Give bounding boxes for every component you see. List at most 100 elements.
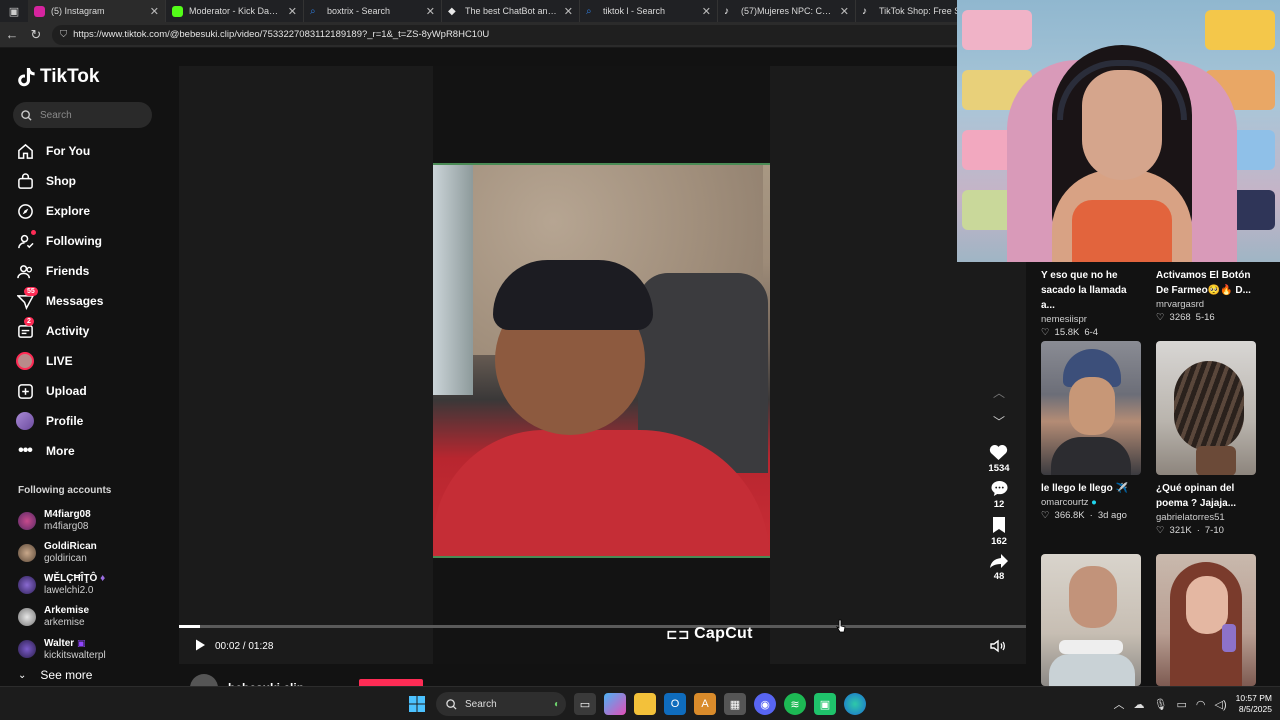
explore-icon xyxy=(16,202,34,220)
feed-card[interactable] xyxy=(1156,554,1258,686)
taskbar-clock[interactable]: 10:57 PM 8/5/2025 xyxy=(1236,693,1272,715)
comment-count: 12 xyxy=(993,499,1005,510)
tiktok-logo[interactable]: TikTok xyxy=(18,66,99,88)
nav-following[interactable]: Following xyxy=(16,226,166,256)
video-time: 00:02 / 01:28 xyxy=(215,641,274,652)
close-tab-icon[interactable]: ✕ xyxy=(564,5,573,18)
nav-upload[interactable]: Upload xyxy=(16,376,166,406)
system-tray: ︿ ☁ 🎙︎ ▭ ◠ ◁) 10:57 PM 8/5/2025 xyxy=(1114,687,1273,720)
nav-more[interactable]: ••• More xyxy=(16,436,166,466)
video-thumbnail xyxy=(1156,341,1256,475)
following-account[interactable]: M4fiarg08 m4fiarg08 xyxy=(18,505,168,537)
microsoft-store-icon[interactable]: ▦ xyxy=(724,693,746,715)
following-account[interactable]: Walter ▣ kickitswalterpl xyxy=(18,633,168,665)
feed-card[interactable]: Activamos El Botón De Farmeo🥺🔥 D... mrva… xyxy=(1156,268,1258,323)
comment-icon xyxy=(990,480,1008,497)
mouse-cursor-icon xyxy=(835,619,846,638)
video-progress-bar[interactable] xyxy=(179,625,1026,628)
copilot-icon[interactable] xyxy=(604,693,626,715)
recommended-feed: Y eso que no he sacado la llamada a... n… xyxy=(1032,262,1280,686)
nav-shop[interactable]: Shop xyxy=(16,166,166,196)
search-input[interactable]: Search xyxy=(13,102,152,128)
app-icon[interactable]: A xyxy=(694,693,716,715)
task-view-icon[interactable]: ▭ xyxy=(574,693,596,715)
main-nav: For You Shop Explore Following Friends 5… xyxy=(16,136,166,466)
close-tab-icon[interactable]: ✕ xyxy=(840,5,849,18)
video-frame[interactable] xyxy=(433,163,770,558)
browser-tab[interactable]: ◆The best ChatBot and Widgets✕ xyxy=(442,0,580,22)
browser-tab[interactable]: (5) Instagram ✕ xyxy=(28,0,166,22)
windows-start-icon[interactable] xyxy=(406,693,428,715)
nav-profile[interactable]: Profile xyxy=(16,406,166,436)
plush-shelf xyxy=(1205,10,1275,50)
notification-dot xyxy=(31,230,36,235)
browser-tab[interactable]: Moderator - Kick Dashboard✕ xyxy=(166,0,304,22)
browser-tab[interactable]: ⌕ tiktok l - Search ✕ xyxy=(580,0,718,22)
see-more-button[interactable]: ⌄ See more xyxy=(18,668,92,682)
nav-live[interactable]: LIVE xyxy=(16,346,166,376)
activity-icon: 2 xyxy=(16,317,34,340)
cloud-icon[interactable]: ☁ xyxy=(1134,698,1145,711)
video-shelf xyxy=(433,165,473,395)
nav-friends[interactable]: Friends xyxy=(16,256,166,286)
back-icon[interactable]: ← xyxy=(0,22,24,48)
search-icon xyxy=(446,698,457,710)
playback-controls: 00:02 / 01:28 xyxy=(193,638,273,655)
nav-messages[interactable]: 55 Messages xyxy=(16,286,166,316)
live-icon xyxy=(16,352,34,370)
close-tab-icon[interactable]: ✕ xyxy=(702,5,711,18)
bookmark-icon xyxy=(993,517,1005,533)
streaming-app-icon[interactable]: ▣ xyxy=(814,693,836,715)
microphone-icon[interactable]: 🎙︎ xyxy=(1154,698,1168,711)
close-tab-icon[interactable]: ✕ xyxy=(426,5,435,18)
tab-actions-icon[interactable]: ▣ xyxy=(0,0,28,22)
chevron-up-icon[interactable]: ︿ xyxy=(1114,696,1125,712)
chevron-up-icon[interactable]: ︿ xyxy=(993,384,1005,401)
close-tab-icon[interactable]: ✕ xyxy=(150,5,159,18)
video-thumbnail xyxy=(1041,554,1141,686)
play-icon[interactable] xyxy=(193,638,207,655)
following-account[interactable]: WĚLÇĦÎŢÔ ♦ lawelchi2.0 xyxy=(18,569,168,601)
like-button[interactable]: 1534 xyxy=(988,444,1010,474)
heart-outline-icon: ♡ xyxy=(1156,312,1165,323)
speaker-icon[interactable]: ◁) xyxy=(1214,698,1226,711)
heart-outline-icon: ♡ xyxy=(1156,525,1165,536)
comment-button[interactable]: 12 xyxy=(990,480,1009,510)
avatar xyxy=(18,576,36,594)
edge-icon[interactable] xyxy=(844,693,866,715)
like-count: 1534 xyxy=(988,463,1010,474)
heart-icon xyxy=(990,445,1008,461)
feed-card[interactable]: ¿Qué opinan del poema ? Jajaja... gabrie… xyxy=(1156,341,1258,536)
nav-activity[interactable]: 2 Activity xyxy=(16,316,166,346)
site-info-icon[interactable]: ⛉ xyxy=(60,29,67,40)
tiktok-logo-icon xyxy=(18,68,35,87)
discord-icon[interactable]: ◉ xyxy=(754,693,776,715)
following-account[interactable]: Arkemise arkemise xyxy=(18,601,168,633)
browser-tab[interactable]: ♪(57)Mujeres NPC: Creatividad✕ xyxy=(718,0,856,22)
feed-card[interactable] xyxy=(1041,554,1143,686)
taskbar-search[interactable]: Search ◐ xyxy=(436,692,566,716)
outlook-icon[interactable]: O xyxy=(664,693,686,715)
refresh-icon[interactable]: ↻ xyxy=(24,22,48,48)
video-thumbnail xyxy=(1041,341,1141,475)
feed-card[interactable]: Y eso que no he sacado la llamada a... n… xyxy=(1041,268,1143,338)
following-account[interactable]: GoldiRican goldirican xyxy=(18,537,168,569)
file-explorer-icon[interactable] xyxy=(634,693,656,715)
home-icon xyxy=(16,142,34,160)
browser-tab[interactable]: ⌕ boxtrix - Search ✕ xyxy=(304,0,442,22)
nav-for-you[interactable]: For You xyxy=(16,136,166,166)
volume-icon[interactable] xyxy=(990,639,1006,658)
save-button[interactable]: 162 xyxy=(991,516,1007,547)
nav-explore[interactable]: Explore xyxy=(16,196,166,226)
wifi-icon[interactable]: ◠ xyxy=(1196,698,1206,711)
share-button[interactable]: 48 xyxy=(989,553,1009,582)
chevron-down-icon[interactable]: ﹀ xyxy=(993,413,1005,430)
network-icon[interactable]: ▭ xyxy=(1176,698,1186,711)
profile-icon xyxy=(16,412,34,430)
spotify-icon[interactable]: ≋ xyxy=(784,693,806,715)
search-icon xyxy=(21,109,32,121)
close-tab-icon[interactable]: ✕ xyxy=(288,5,297,18)
feed-card[interactable]: le llego le llego ✈️ omarcourtz ● ♡ 366.8… xyxy=(1041,341,1143,521)
share-icon xyxy=(990,554,1008,568)
upload-icon xyxy=(16,382,34,400)
